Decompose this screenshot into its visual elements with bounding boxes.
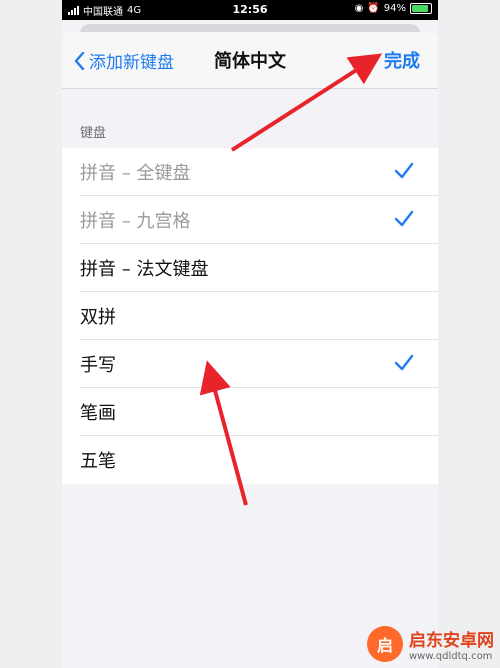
watermark-name: 启东安卓网 — [409, 631, 494, 651]
keyboard-row[interactable]: 拼音 – 九宫格 — [62, 196, 438, 244]
battery-percent: 94% — [383, 3, 406, 14]
keyboard-row[interactable]: 笔画 — [62, 388, 438, 436]
keyboard-label: 五笔 — [80, 451, 116, 472]
left-background — [0, 0, 62, 668]
watermark: 启 启东安卓网 www.qdldtq.com — [367, 626, 494, 662]
keyboard-label: 双拼 — [80, 307, 116, 328]
keyboard-list: 拼音 – 全键盘 拼音 – 九宫格 拼音 – 法文键盘 双拼手写笔画五笔 — [62, 148, 438, 484]
right-background — [438, 0, 500, 668]
checkmark-icon — [394, 162, 414, 179]
keyboard-row[interactable]: 手写 — [62, 340, 438, 388]
watermark-logo-icon: 启 — [367, 626, 403, 662]
alarm-icon: ⏰ — [367, 3, 380, 14]
navigation-bar: 添加新键盘 简体中文 完成 — [62, 32, 438, 89]
keyboard-label: 手写 — [80, 355, 116, 376]
done-button[interactable]: 完成 — [384, 47, 420, 73]
keyboard-row[interactable]: 五笔 — [62, 436, 438, 484]
keyboard-label: 拼音 – 九宫格 — [80, 211, 191, 232]
section-header: 键盘 — [80, 126, 107, 141]
battery-icon — [410, 3, 432, 14]
status-bar: 中国联通 4G 12:56 ◉ ⏰ 94% — [62, 0, 438, 20]
keyboard-label: 拼音 – 全键盘 — [80, 163, 191, 184]
watermark-url: www.qdldtq.com — [409, 651, 493, 662]
keyboard-row[interactable]: 拼音 – 法文键盘 — [62, 244, 438, 292]
page-title: 简体中文 — [214, 51, 286, 72]
checkmark-icon — [394, 210, 414, 227]
keyboard-label: 拼音 – 法文键盘 — [80, 259, 209, 280]
keyboard-row[interactable]: 拼音 – 全键盘 — [62, 148, 438, 196]
orientation-lock-icon: ◉ — [354, 3, 364, 14]
phone-screen: 中国联通 4G 12:56 ◉ ⏰ 94% 添加新键盘 简体中文 完成 键盘 拼… — [62, 0, 438, 668]
keyboard-label: 笔画 — [80, 403, 116, 424]
keyboard-row[interactable]: 双拼 — [62, 292, 438, 340]
checkmark-icon — [394, 354, 414, 371]
